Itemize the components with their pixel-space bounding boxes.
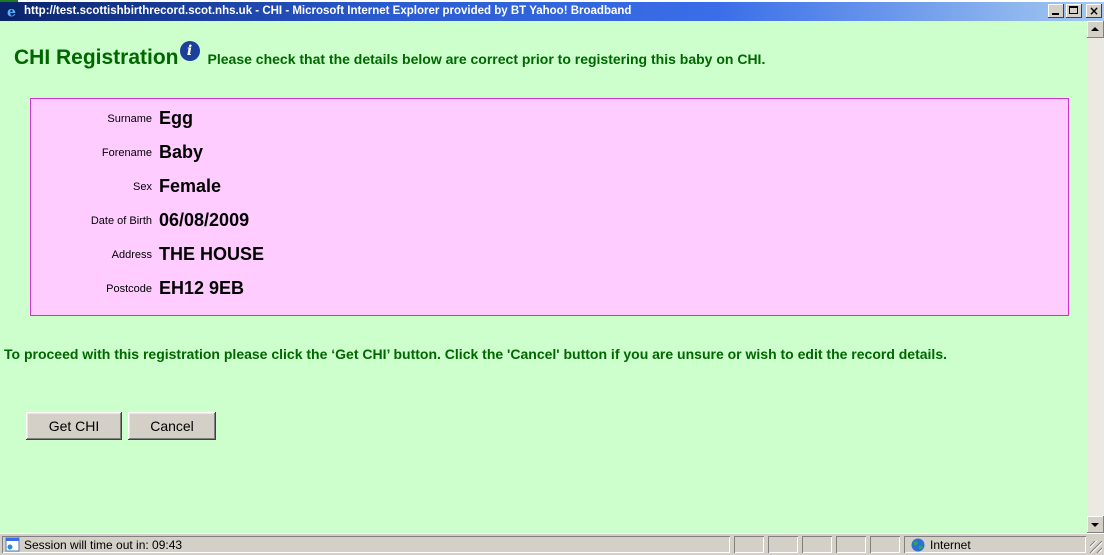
- session-timeout-text: Session will time out in: 09:43: [24, 538, 183, 552]
- status-panel-4: [836, 536, 866, 553]
- arrow-up-icon: [1091, 27, 1099, 31]
- maximize-icon: [1069, 6, 1078, 14]
- ie-logo-icon: e: [4, 4, 19, 19]
- sex-value: Female: [159, 176, 222, 196]
- arrow-down-icon: [1091, 523, 1099, 527]
- window-title: http://test.scottishbirthrecord.scot.nhs…: [24, 5, 632, 17]
- page-content: CHI Registration i Please check that the d…: [0, 21, 1087, 533]
- surname-label: Surname: [107, 113, 152, 125]
- detail-row-sex: Sex Female: [31, 175, 1068, 199]
- get-chi-button[interactable]: Get CHI: [26, 412, 122, 440]
- sex-label: Sex: [133, 181, 152, 193]
- detail-row-forename: Forename Baby: [31, 141, 1068, 165]
- postcode-label: Postcode: [106, 283, 152, 295]
- postcode-value: EH12 9EB: [159, 278, 245, 298]
- cancel-button[interactable]: Cancel: [128, 412, 216, 440]
- window-controls: ×: [1046, 4, 1102, 19]
- close-button[interactable]: ×: [1086, 4, 1102, 18]
- forename-value: Baby: [159, 142, 204, 162]
- globe-icon: [911, 538, 925, 552]
- svg-text:e: e: [7, 5, 16, 20]
- status-panel-2: [768, 536, 798, 553]
- date-of-birth-label: Date of Birth: [90, 215, 152, 227]
- surname-value: Egg: [159, 108, 193, 128]
- scroll-up-button[interactable]: [1087, 21, 1104, 38]
- info-icon[interactable]: i: [179, 41, 200, 61]
- status-bar: Session will time out in: 09:43 Internet: [0, 533, 1104, 555]
- date-of-birth-value: 06/08/2009: [159, 210, 250, 230]
- proceed-instructions: To proceed with this registration please…: [4, 346, 947, 362]
- page-title: CHI Registration: [14, 46, 179, 69]
- page-icon: [5, 537, 20, 552]
- page-heading: CHI Registration i Please check that the d…: [14, 41, 766, 70]
- forename-label: Forename: [101, 147, 152, 159]
- address-label: Address: [111, 249, 152, 261]
- address-value: THE HOUSE: [159, 244, 265, 264]
- detail-row-surname: Surname Egg: [31, 107, 1068, 131]
- detail-row-address: Address THE HOUSE: [31, 243, 1068, 267]
- detail-row-postcode: Postcode EH12 9EB: [31, 277, 1068, 301]
- minimize-button[interactable]: [1048, 4, 1064, 18]
- status-panel-3: [802, 536, 832, 553]
- record-details-panel: Surname Egg Forename Baby Sex Female Dat…: [30, 98, 1069, 316]
- minimize-icon: [1052, 13, 1059, 15]
- vertical-scrollbar[interactable]: [1087, 21, 1104, 533]
- maximize-button[interactable]: [1066, 4, 1082, 18]
- status-panel-5: [870, 536, 900, 553]
- page-instruction: Please check that the details below are …: [207, 51, 766, 67]
- status-session-panel: Session will time out in: 09:43: [2, 536, 730, 553]
- scroll-down-button[interactable]: [1087, 516, 1104, 533]
- close-icon: ×: [1088, 4, 1100, 18]
- security-zone-text: Internet: [930, 538, 971, 552]
- detail-row-date-of-birth: Date of Birth 06/08/2009: [31, 209, 1068, 233]
- window-title-bar[interactable]: e http://test.scottishbirthrecord.scot.n…: [0, 2, 1104, 21]
- status-panel-1: [734, 536, 764, 553]
- security-zone-panel: Internet: [904, 536, 1086, 553]
- resize-grip[interactable]: [1090, 541, 1102, 553]
